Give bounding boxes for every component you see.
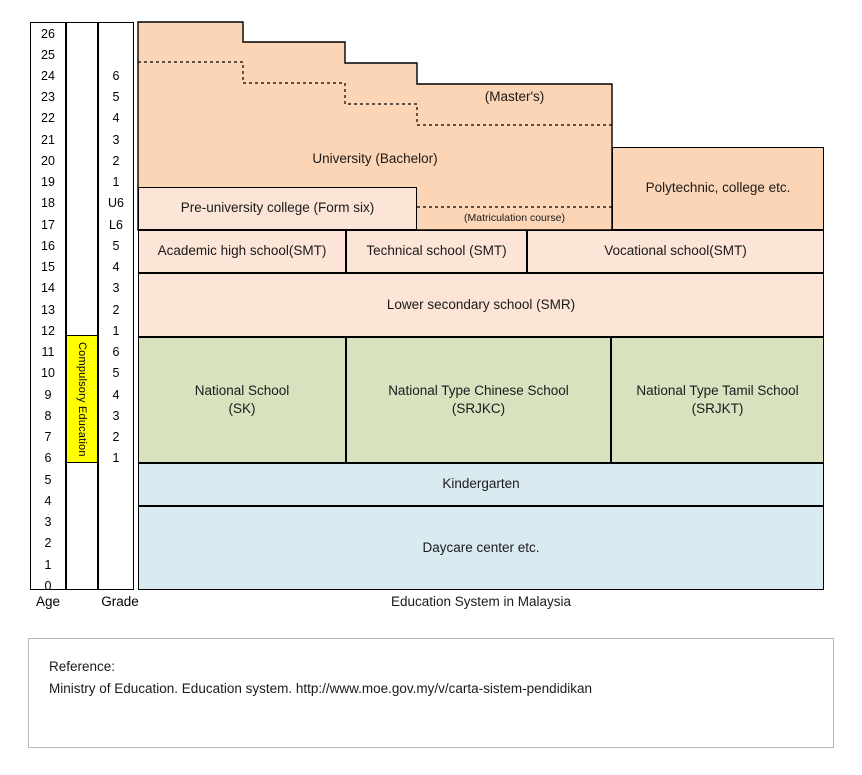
masters-label: (Master's) bbox=[484, 89, 545, 104]
age-tick: 12 bbox=[41, 324, 55, 338]
grade-tick: L6 bbox=[109, 218, 123, 232]
age-tick: 20 bbox=[41, 154, 55, 168]
grade-tick: U6 bbox=[108, 196, 124, 210]
national-school-block: National School (SK) bbox=[138, 337, 346, 463]
compulsory-education-label: Compulsory Education bbox=[76, 341, 88, 457]
grade-tick: 1 bbox=[112, 451, 120, 465]
national-type-tamil-school-block: National Type Tamil School (SRJKT) bbox=[611, 337, 824, 463]
age-axis-caption: Age bbox=[35, 594, 61, 609]
age-tick: 17 bbox=[41, 218, 55, 232]
national-school-label-line1: National School bbox=[194, 382, 290, 398]
age-tick: 3 bbox=[44, 515, 52, 529]
daycare-center-label: Daycare center etc. bbox=[422, 539, 540, 555]
reference-box: Reference: Ministry of Education. Educat… bbox=[28, 638, 834, 748]
age-tick: 4 bbox=[44, 494, 52, 508]
national-type-tamil-school-label-line1: National Type Tamil School bbox=[636, 382, 799, 398]
national-type-tamil-school-label-line2: (SRJKT) bbox=[691, 401, 744, 416]
technical-school-label: Technical school (SMT) bbox=[366, 243, 507, 259]
grade-axis-column: 6 5 4 3 2 1 U6 L6 5 4 3 2 1 6 5 4 3 2 1 bbox=[98, 22, 134, 590]
age-tick: 13 bbox=[41, 303, 55, 317]
national-type-chinese-school-label-line1: National Type Chinese School bbox=[388, 382, 569, 398]
reference-heading: Reference: bbox=[49, 659, 116, 674]
national-school-label-line2: (SK) bbox=[228, 401, 256, 416]
grade-tick: 3 bbox=[112, 409, 120, 423]
age-tick: 15 bbox=[41, 260, 55, 274]
age-tick: 18 bbox=[41, 196, 55, 210]
kindergarten-block: Kindergarten bbox=[138, 463, 824, 506]
grade-tick: 4 bbox=[112, 111, 120, 125]
age-tick: 0 bbox=[44, 579, 52, 593]
academic-high-school-block: Academic high school(SMT) bbox=[138, 230, 346, 273]
education-system-diagram: 26 25 24 23 22 21 20 19 18 17 16 15 14 1… bbox=[0, 0, 862, 775]
age-tick: 16 bbox=[41, 239, 55, 253]
grade-tick: 1 bbox=[112, 175, 120, 189]
grade-tick: 5 bbox=[112, 366, 120, 380]
grade-tick: 3 bbox=[112, 133, 120, 147]
age-tick: 11 bbox=[41, 345, 55, 359]
polytechnic-label: Polytechnic, college etc. bbox=[645, 180, 791, 196]
vocational-school-label: Vocational school(SMT) bbox=[604, 243, 747, 259]
national-type-chinese-school-block: National Type Chinese School (SRJKC) bbox=[346, 337, 611, 463]
polytechnic-block: Polytechnic, college etc. bbox=[612, 147, 824, 230]
grade-tick: 5 bbox=[112, 90, 120, 104]
age-tick: 25 bbox=[41, 48, 55, 62]
age-axis-column: 26 25 24 23 22 21 20 19 18 17 16 15 14 1… bbox=[30, 22, 66, 593]
age-tick: 1 bbox=[44, 558, 52, 572]
age-tick: 23 bbox=[41, 90, 55, 104]
pre-university-college-block: Pre-university college (Form six) bbox=[138, 187, 417, 230]
grade-tick: 2 bbox=[112, 154, 120, 168]
age-tick: 7 bbox=[44, 430, 52, 444]
vocational-school-block: Vocational school(SMT) bbox=[527, 230, 824, 273]
compulsory-education-band: Compulsory Education bbox=[66, 335, 98, 463]
age-tick: 26 bbox=[41, 27, 55, 41]
age-tick: 9 bbox=[44, 388, 52, 402]
age-tick: 19 bbox=[41, 175, 55, 189]
age-tick: 6 bbox=[44, 451, 52, 465]
compulsory-education-column bbox=[66, 22, 98, 590]
grade-tick: 2 bbox=[112, 303, 120, 317]
grade-tick: 6 bbox=[112, 345, 120, 359]
grade-tick: 3 bbox=[112, 281, 120, 295]
pre-university-college-label: Pre-university college (Form six) bbox=[180, 200, 375, 216]
matriculation-course-label: (Matriculation course) bbox=[464, 212, 565, 224]
age-tick: 5 bbox=[44, 473, 52, 487]
grade-tick: 4 bbox=[112, 388, 120, 402]
national-type-chinese-school-label-line2: (SRJKC) bbox=[451, 401, 506, 416]
grade-tick: 6 bbox=[112, 69, 120, 83]
lower-secondary-school-label: Lower secondary school (SMR) bbox=[386, 296, 576, 312]
reference-citation: Ministry of Education. Education system.… bbox=[49, 680, 592, 696]
age-tick: 8 bbox=[44, 409, 52, 423]
daycare-center-block: Daycare center etc. bbox=[138, 506, 824, 590]
academic-high-school-label: Academic high school(SMT) bbox=[157, 243, 327, 259]
university-bachelor-label: University (Bachelor) bbox=[312, 151, 438, 166]
grade-tick: 2 bbox=[112, 430, 120, 444]
grade-tick: 5 bbox=[112, 239, 120, 253]
technical-school-block: Technical school (SMT) bbox=[346, 230, 527, 273]
age-tick: 10 bbox=[41, 366, 55, 380]
kindergarten-label: Kindergarten bbox=[442, 476, 520, 492]
diagram-caption: Education System in Malaysia bbox=[390, 594, 572, 609]
lower-secondary-school-block: Lower secondary school (SMR) bbox=[138, 273, 824, 337]
age-tick: 2 bbox=[44, 536, 52, 550]
age-tick: 22 bbox=[41, 111, 55, 125]
age-tick: 14 bbox=[41, 281, 55, 295]
grade-axis-caption: Grade bbox=[101, 594, 139, 609]
grade-tick: 4 bbox=[112, 260, 120, 274]
age-tick: 24 bbox=[41, 69, 55, 83]
grade-tick: 1 bbox=[112, 324, 120, 338]
age-tick: 21 bbox=[41, 133, 55, 147]
